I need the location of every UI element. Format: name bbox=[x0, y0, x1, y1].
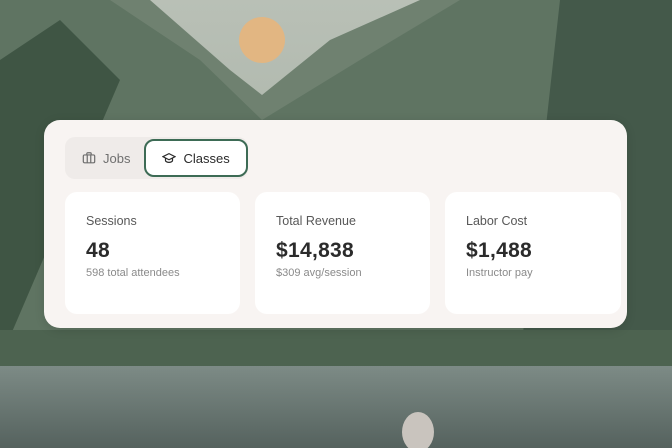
briefcase-icon bbox=[82, 151, 96, 165]
stat-value: 48 bbox=[86, 239, 110, 262]
stat-card-total-revenue: Total Revenue $14,838 $309 avg/session bbox=[255, 192, 430, 314]
tab-classes[interactable]: Classes bbox=[144, 139, 248, 177]
view-tabs: Jobs Classes bbox=[65, 137, 248, 179]
tab-classes-label: Classes bbox=[183, 150, 230, 166]
stat-label: Total Revenue bbox=[276, 214, 356, 228]
stats-panel: Jobs Classes Sessions 48 598 total atten… bbox=[44, 120, 627, 328]
stat-subtext: 598 total attendees bbox=[86, 267, 180, 279]
tab-jobs[interactable]: Jobs bbox=[65, 139, 144, 177]
tab-jobs-label: Jobs bbox=[103, 150, 131, 166]
stat-label: Sessions bbox=[86, 214, 137, 228]
stat-value: $1,488 bbox=[466, 239, 533, 262]
stat-value: $14,838 bbox=[276, 239, 355, 262]
stat-card-sessions: Sessions 48 598 total attendees bbox=[65, 192, 240, 314]
stat-label: Labor Cost bbox=[466, 214, 528, 228]
stat-card-labor-cost: Labor Cost $1,488 Instructor pay bbox=[445, 192, 621, 314]
stat-subtext: Instructor pay bbox=[466, 267, 533, 279]
stat-cards: Sessions 48 598 total attendees Total Re… bbox=[65, 192, 621, 314]
stat-subtext: $309 avg/session bbox=[276, 267, 362, 279]
graduation-cap-icon bbox=[162, 151, 177, 165]
